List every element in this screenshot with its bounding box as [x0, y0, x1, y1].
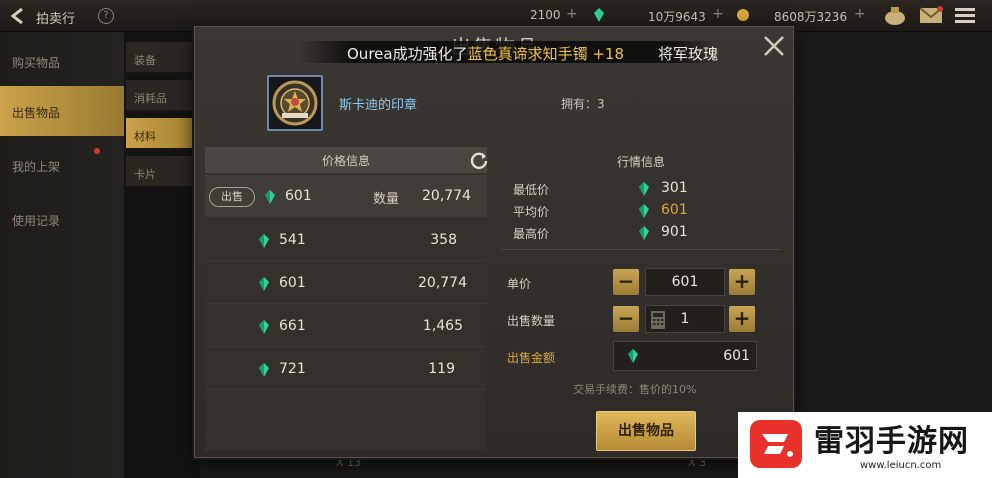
gold-icon: [737, 9, 749, 21]
price-value: 601: [279, 275, 306, 291]
price-value: 721: [279, 361, 306, 377]
item-owned-count: 拥有：3: [561, 95, 605, 112]
gem-icon: [265, 190, 275, 204]
back-arrow-icon[interactable]: [8, 6, 28, 26]
item-icon-frame: [267, 75, 323, 131]
watermark-logo-icon: [750, 420, 802, 468]
seal-icon: [272, 80, 318, 126]
bag-icon[interactable]: [882, 4, 908, 26]
total-amount-label: 出售金额: [507, 351, 556, 365]
quantity-value: 20,774: [418, 275, 467, 291]
price-value: 661: [279, 318, 306, 334]
sell-item-button[interactable]: 出售物品: [596, 411, 696, 451]
subtab-equipment[interactable]: 装备: [126, 42, 194, 74]
gem-icon: [628, 349, 638, 363]
stat-label-min: 最低价: [513, 183, 550, 197]
unit-price-increase-button[interactable]: +: [729, 269, 755, 295]
gem-icon: [259, 234, 269, 248]
gem-icon: [594, 8, 604, 22]
gem-icon: [639, 182, 649, 196]
currency-value: 10万9643: [648, 10, 706, 24]
subtab-cards[interactable]: 卡片: [126, 156, 194, 188]
quantity-value: 1: [680, 311, 690, 327]
gem-icon: [259, 320, 269, 334]
price-list: 出售 601 数量 20,774 541 358 601 20,774 661 …: [205, 175, 487, 451]
add-currency-button[interactable]: +: [854, 6, 866, 22]
watermark-title: 雷羽手游网: [814, 424, 969, 459]
currency-value: 8608万3236: [774, 10, 848, 24]
price-value: 601: [285, 188, 312, 204]
price-row[interactable]: 721 119: [205, 348, 487, 390]
gem-icon: [259, 277, 269, 291]
mail-icon[interactable]: [918, 4, 944, 26]
total-amount-value: 601: [723, 348, 750, 364]
quantity-input[interactable]: 1: [645, 305, 725, 333]
menu-icon[interactable]: [952, 4, 978, 26]
sell-tag: 出售: [209, 187, 255, 207]
unit-price-decrease-button[interactable]: −: [613, 269, 639, 295]
price-value: 541: [279, 232, 306, 248]
gem-icon: [259, 363, 269, 377]
refresh-icon[interactable]: [469, 150, 489, 170]
price-row[interactable]: 541 358: [205, 219, 487, 261]
gem-icon: [639, 226, 649, 240]
owned-value: 3: [597, 97, 605, 111]
price-info-title: 价格信息: [321, 154, 370, 168]
help-icon[interactable]: ?: [98, 8, 114, 24]
watermark: 雷羽手游网 www.leiucn.com: [738, 412, 992, 478]
sidebar-item-my-listings[interactable]: 我的上架: [0, 140, 124, 190]
fee-note: 交易手续费：售价的10%: [573, 383, 697, 396]
price-row-current[interactable]: 出售 601 数量 20,774: [205, 175, 487, 217]
unit-price-label: 单价: [507, 277, 532, 291]
page-title: 拍卖行: [36, 12, 76, 27]
announcement-marquee: Ourea成功强化了蓝色真谛求知手镯 +18 将军玫瑰、J: [299, 41, 719, 63]
market-info-header: 行情信息: [616, 155, 665, 169]
unit-price-input[interactable]: 601: [645, 268, 725, 296]
stat-label-avg: 平均价: [513, 205, 550, 219]
total-amount-field: 601: [613, 341, 757, 371]
notification-dot: [94, 148, 100, 154]
quantity-value: 20,774: [422, 188, 471, 204]
sidebar-item-buy[interactable]: 购买物品: [0, 36, 124, 86]
subtab-consumables[interactable]: 消耗品: [126, 80, 194, 112]
gem-icon: [639, 204, 649, 218]
owned-label: 拥有：: [561, 97, 598, 111]
price-row[interactable]: 661 1,465: [205, 305, 487, 347]
marquee-suffix: 将军玫瑰、J: [658, 45, 719, 63]
sidebar-item-sell[interactable]: 出售物品: [0, 86, 124, 136]
currency-value: 2100: [530, 8, 561, 22]
sell-item-dialog: 出售物品 Ourea成功强化了蓝色真谛求知手镯 +18 将军玫瑰、J 斯卡迪的印章…: [194, 26, 794, 458]
subtab-materials[interactable]: 材料: [126, 118, 194, 150]
close-icon[interactable]: [761, 33, 787, 59]
add-currency-button[interactable]: +: [712, 6, 724, 22]
watermark-url: www.leiucn.com: [860, 460, 942, 471]
divider: [501, 249, 781, 250]
quantity-value: 119: [428, 361, 455, 377]
sidebar-item-history[interactable]: 使用记录: [0, 194, 124, 244]
price-info-header: 价格信息: [205, 147, 489, 173]
add-currency-button[interactable]: +: [566, 6, 578, 22]
calculator-icon[interactable]: [650, 310, 666, 330]
item-name: 斯卡迪的印章: [339, 98, 418, 113]
marquee-prefix: Ourea成功强化了: [347, 45, 468, 63]
category-subtabs: 装备 消耗品 材料 卡片: [126, 42, 194, 192]
price-row[interactable]: 601 20,774: [205, 262, 487, 304]
quantity-decrease-button[interactable]: −: [613, 306, 639, 332]
quantity-value: 358: [430, 232, 457, 248]
stat-value-min: 301: [661, 180, 688, 196]
quantity-label: 出售数量: [507, 314, 556, 328]
stat-value-max: 901: [661, 224, 688, 240]
marquee-highlight: 蓝色真谛求知手镯 +18: [467, 45, 625, 63]
stat-value-avg: 601: [661, 202, 688, 218]
moon-icon: [455, 9, 461, 21]
quantity-increase-button[interactable]: +: [729, 306, 755, 332]
sidebar: 购买物品 出售物品 我的上架 使用记录: [0, 32, 124, 478]
stat-label-max: 最高价: [513, 227, 550, 241]
quantity-value: 1,465: [422, 318, 463, 334]
